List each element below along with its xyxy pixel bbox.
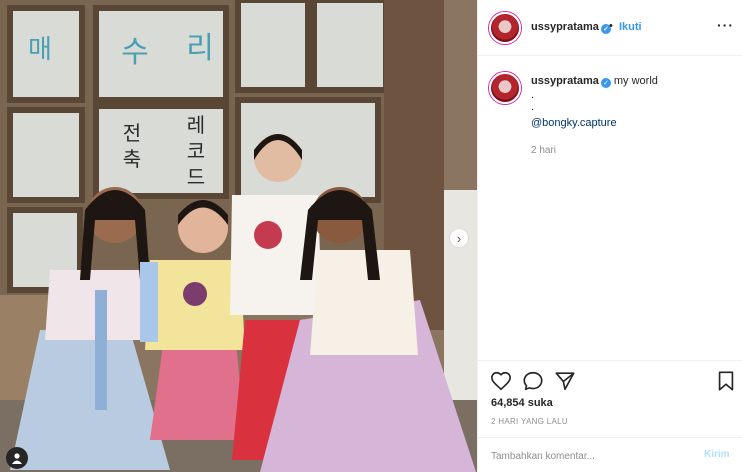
separator-dot: • xyxy=(609,20,613,32)
sign-text-2b: 축 xyxy=(123,147,141,171)
caption-text: my world xyxy=(613,75,658,87)
share-send-icon[interactable] xyxy=(554,370,576,392)
sign-letter-3: 리 xyxy=(186,31,214,66)
verified-badge-icon: ✓ xyxy=(600,78,611,88)
caption-line: ussypratama ✓ my world xyxy=(531,75,658,88)
sign-letter-1: 매 xyxy=(28,35,52,65)
chevron-right-icon: › xyxy=(456,230,462,246)
username-text[interactable]: ussypratama xyxy=(531,21,599,33)
send-comment-button[interactable]: Kirim xyxy=(704,449,730,460)
caption-dot-2: . xyxy=(531,101,535,113)
caption-avatar[interactable] xyxy=(489,72,521,104)
caption-username[interactable]: ussypratama xyxy=(531,75,599,87)
more-options-icon[interactable]: ··· xyxy=(717,17,734,33)
avatar[interactable] xyxy=(489,12,521,44)
header-username[interactable]: ussypratama ✓ xyxy=(531,21,611,34)
comment-row: Kirim xyxy=(478,437,742,472)
post-actions: 64,854 suka 2 HARI YANG LALU Kirim xyxy=(478,360,742,472)
user-silhouette-icon xyxy=(12,453,22,464)
caption-dot-1: . xyxy=(531,89,535,101)
like-heart-icon[interactable] xyxy=(490,370,512,392)
tagged-user-icon[interactable] xyxy=(6,447,28,469)
post-date[interactable]: 2 HARI YANG LALU xyxy=(491,417,568,426)
post-header: ussypratama ✓ • Ikuti ··· xyxy=(478,0,742,56)
sign-text-3: 레 xyxy=(187,113,205,137)
sign-text-3b: 코 xyxy=(187,139,205,163)
sign-letter-2: 수 xyxy=(121,35,149,70)
photo-illustration: 매 수 리 전 축 레 코 드 xyxy=(0,0,477,472)
likes-count[interactable]: 64,854 suka xyxy=(491,397,553,409)
sign-text-2: 전 xyxy=(123,121,141,145)
sign-text-3c: 드 xyxy=(187,165,205,189)
comment-input[interactable] xyxy=(491,447,691,465)
mention-link[interactable]: @bongky.capture xyxy=(531,117,617,129)
caption-time: 2 hari xyxy=(531,145,557,156)
bookmark-save-icon[interactable] xyxy=(715,370,737,392)
next-photo-button[interactable]: › xyxy=(449,228,469,248)
post-photo[interactable]: 매 수 리 전 축 레 코 드 › xyxy=(0,0,477,472)
post-side-panel: ussypratama ✓ • Ikuti ··· ussypratama ✓ my … xyxy=(477,0,742,472)
follow-button[interactable]: Ikuti xyxy=(619,21,642,33)
comment-bubble-icon[interactable] xyxy=(522,370,544,392)
